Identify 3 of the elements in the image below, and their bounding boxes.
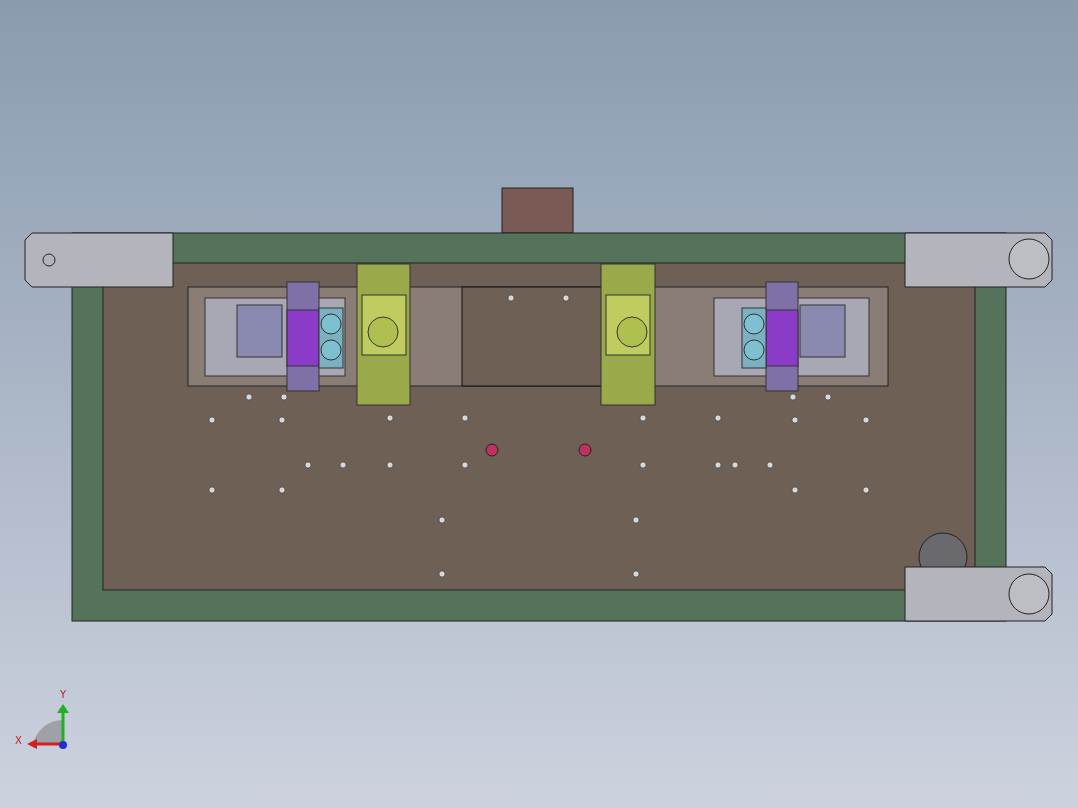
axis-label: X [15,735,22,746]
axis-label: Y [60,689,67,700]
axis-triad-icon [27,704,69,749]
